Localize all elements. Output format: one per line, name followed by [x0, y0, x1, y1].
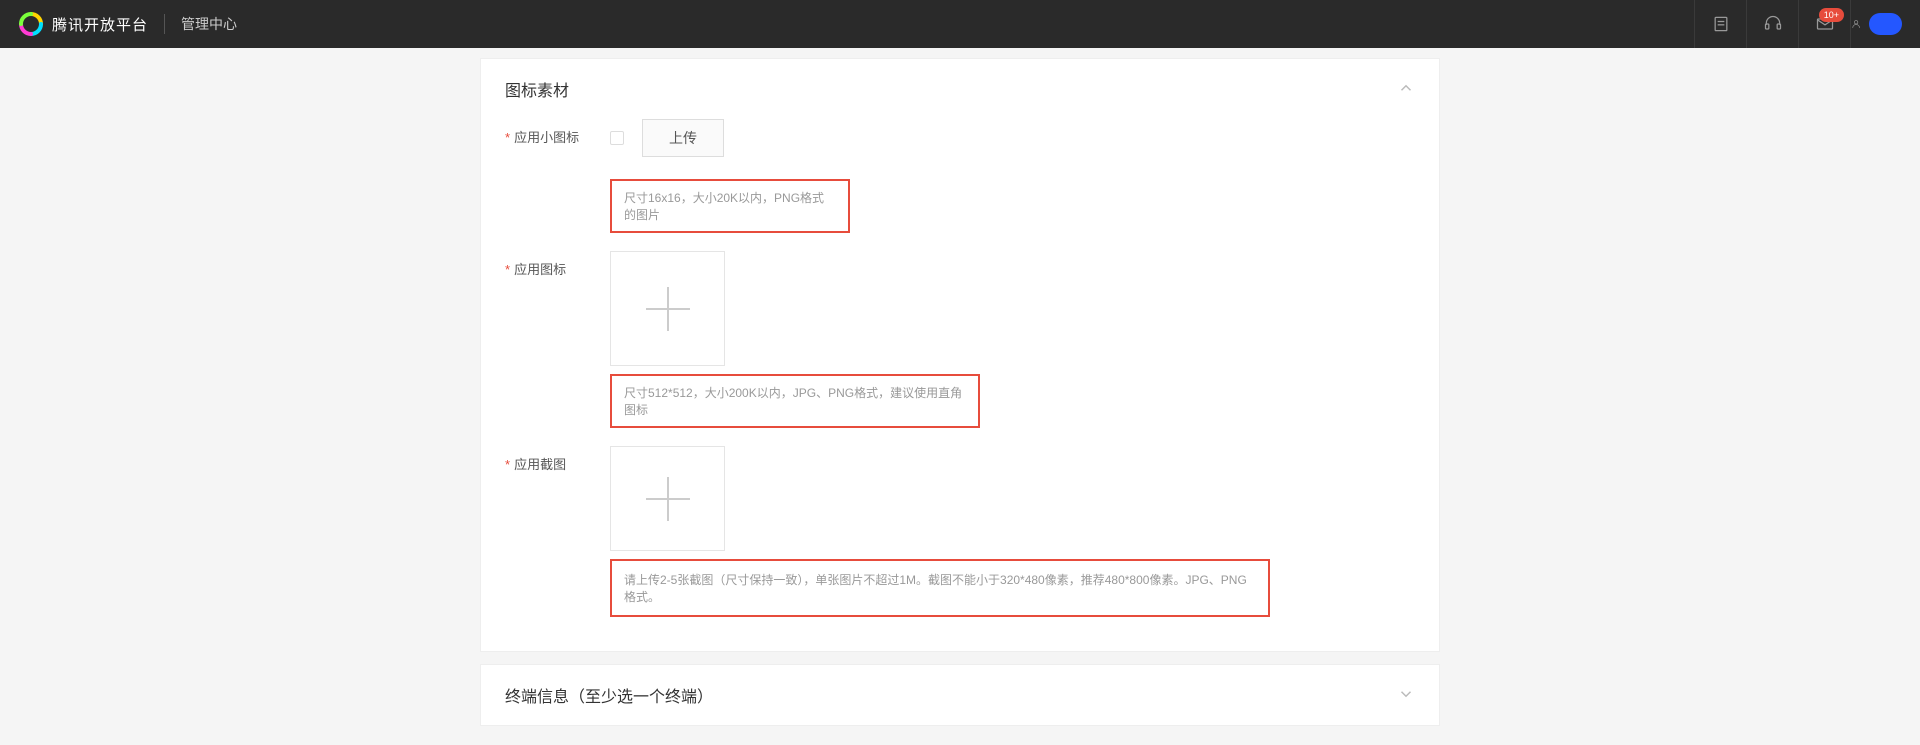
- header-left: 腾讯开放平台 管理中心: [18, 11, 237, 37]
- panel-title: 图标素材: [505, 77, 569, 101]
- required-mark: *: [505, 130, 510, 145]
- user-icon[interactable]: [1850, 0, 1902, 48]
- label-screenshot: *应用截图: [505, 446, 610, 473]
- row-app-icon: *应用图标 尺寸512*512，大小200K以内，JPG、PNG格式，建议使用直…: [505, 251, 1415, 428]
- app-icon-upload-box[interactable]: [610, 251, 725, 366]
- row-screenshot: *应用截图 请上传2-5张截图（尺寸保持一致），单张图片不超过1M。截图不能小于…: [505, 446, 1415, 617]
- doc-icon[interactable]: [1694, 0, 1746, 48]
- field-screenshot: 请上传2-5张截图（尺寸保持一致），单张图片不超过1M。截图不能小于320*48…: [610, 446, 1415, 617]
- label-small-icon: *应用小图标: [505, 119, 610, 146]
- screenshot-upload-box[interactable]: [610, 446, 725, 551]
- support-icon[interactable]: [1746, 0, 1798, 48]
- plus-icon: [646, 287, 690, 331]
- main-container: 图标素材 *应用小图标 上传 尺寸16x16，大小20K以内，PNG格式的图片: [480, 58, 1440, 726]
- divider: [164, 14, 165, 34]
- notification-badge: 10+: [1819, 8, 1844, 22]
- expand-toggle[interactable]: [1397, 685, 1415, 706]
- required-mark: *: [505, 262, 510, 277]
- field-small-icon: 上传 尺寸16x16，大小20K以内，PNG格式的图片: [610, 119, 1415, 233]
- mail-icon[interactable]: 10+: [1798, 0, 1850, 48]
- top-header: 腾讯开放平台 管理中心 10+: [0, 0, 1920, 48]
- icon-assets-panel: 图标素材 *应用小图标 上传 尺寸16x16，大小20K以内，PNG格式的图片: [480, 58, 1440, 652]
- label-app-icon: *应用图标: [505, 251, 610, 278]
- plus-icon: [646, 477, 690, 521]
- panel-body: *应用小图标 上传 尺寸16x16，大小20K以内，PNG格式的图片 *应用图标: [481, 119, 1439, 651]
- small-icon-preview: [610, 131, 624, 145]
- page-subtitle[interactable]: 管理中心: [181, 14, 237, 34]
- panel-title-terminal: 终端信息（至少选一个终端）: [505, 683, 713, 707]
- hint-app-icon: 尺寸512*512，大小200K以内，JPG、PNG格式，建议使用直角图标: [610, 374, 980, 428]
- row-small-icon: *应用小图标 上传 尺寸16x16，大小20K以内，PNG格式的图片: [505, 119, 1415, 233]
- panel-header: 图标素材: [481, 59, 1439, 119]
- user-avatar: [1869, 13, 1902, 35]
- terminal-info-panel: 终端信息（至少选一个终端）: [480, 664, 1440, 726]
- collapse-toggle[interactable]: [1397, 79, 1415, 100]
- brand-name: 腾讯开放平台: [52, 14, 148, 35]
- panel-header-terminal: 终端信息（至少选一个终端）: [481, 665, 1439, 725]
- required-mark: *: [505, 457, 510, 472]
- hint-screenshot: 请上传2-5张截图（尺寸保持一致），单张图片不超过1M。截图不能小于320*48…: [610, 559, 1270, 617]
- header-right: 10+: [1694, 0, 1902, 48]
- field-app-icon: 尺寸512*512，大小200K以内，JPG、PNG格式，建议使用直角图标: [610, 251, 1415, 428]
- tencent-logo-icon: [18, 11, 44, 37]
- brand-logo[interactable]: 腾讯开放平台: [18, 11, 148, 37]
- hint-small-icon: 尺寸16x16，大小20K以内，PNG格式的图片: [610, 179, 850, 233]
- upload-button[interactable]: 上传: [642, 119, 724, 157]
